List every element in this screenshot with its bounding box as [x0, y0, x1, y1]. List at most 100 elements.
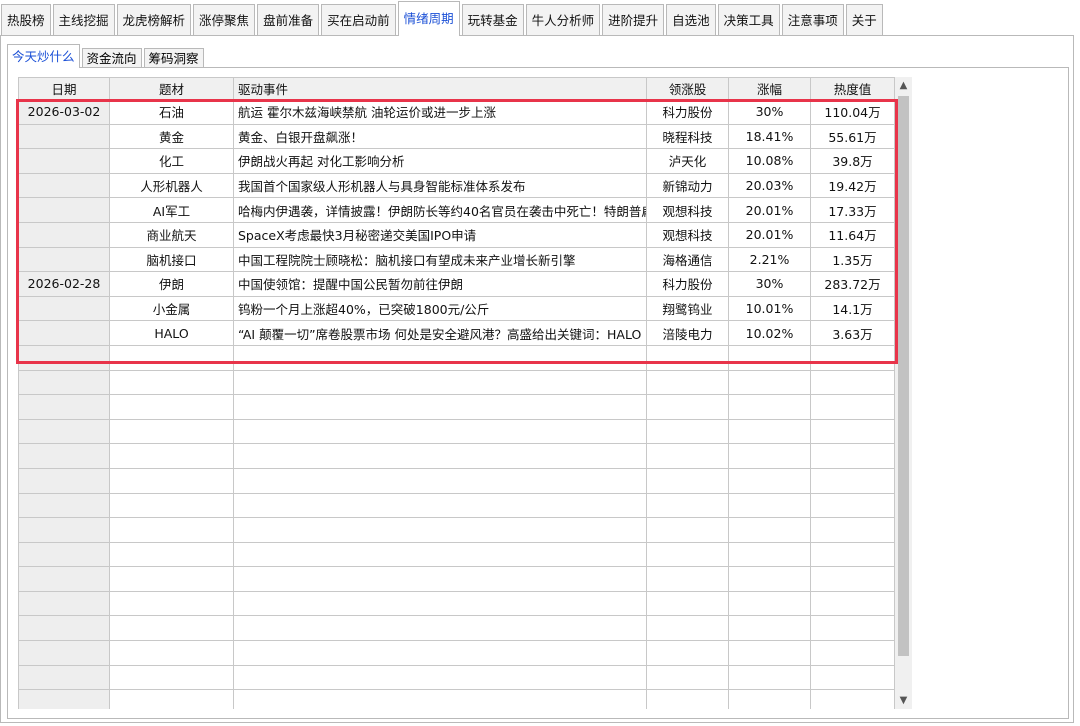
cell-change[interactable]: 30%	[728, 271, 811, 297]
empty-cell[interactable]	[109, 566, 234, 592]
empty-cell[interactable]	[109, 394, 234, 420]
cell-date[interactable]	[18, 172, 110, 199]
data-grid[interactable]: 日期 题材 驱动事件 领涨股 涨幅 热度值 2026-03-02 石油 航运 霍尔木…	[18, 77, 915, 709]
empty-table-row[interactable]	[18, 418, 895, 445]
empty-cell[interactable]	[18, 418, 110, 445]
empty-cell[interactable]	[233, 664, 647, 691]
empty-cell[interactable]	[109, 443, 234, 469]
table-row[interactable]: AI军工 哈梅内伊遇袭，详情披露！伊朗防长等约40名官员在袭击中死亡！特朗普扁 观想…	[18, 197, 895, 223]
empty-cell[interactable]	[728, 689, 811, 709]
vertical-scrollbar[interactable]: ▲ ▼	[895, 77, 912, 709]
empty-cell[interactable]	[810, 492, 895, 519]
empty-cell[interactable]	[233, 689, 647, 709]
empty-cell[interactable]	[810, 394, 895, 420]
cell-leading-stock[interactable]: 晓程科技	[646, 123, 729, 150]
empty-cell[interactable]	[646, 615, 729, 642]
empty-cell[interactable]	[810, 541, 895, 568]
empty-cell[interactable]	[18, 615, 110, 642]
top-tab-0[interactable]: 热股榜	[1, 4, 51, 36]
table-row[interactable]: 化工 伊朗战火再起 对化工影响分析 泸天化 10.08% 39.8万	[18, 148, 895, 174]
empty-table-row[interactable]	[18, 615, 895, 642]
cell-leading-stock[interactable]: 泸天化	[646, 148, 729, 174]
empty-cell[interactable]	[233, 640, 647, 666]
cell-date[interactable]	[18, 295, 110, 322]
empty-table-row[interactable]	[18, 640, 895, 666]
empty-cell[interactable]	[646, 541, 729, 568]
empty-table-row[interactable]	[18, 590, 895, 617]
cell-date[interactable]: 2026-02-28	[18, 271, 110, 297]
empty-cell[interactable]	[18, 640, 110, 666]
cell-date[interactable]	[18, 148, 110, 174]
cell-heat-value[interactable]: 19.42万	[810, 172, 895, 199]
sub-tab-0[interactable]: 今天炒什么	[7, 44, 80, 68]
table-row[interactable]: 小金属 钨粉一个月上涨超40%，已突破1800元/公斤 翔鹭钨业 10.01% 14.1…	[18, 295, 895, 322]
header-date[interactable]: 日期	[18, 77, 110, 100]
empty-cell[interactable]	[109, 590, 234, 617]
cell-change[interactable]: 10.01%	[728, 295, 811, 322]
empty-cell[interactable]	[233, 541, 647, 568]
empty-cell[interactable]	[810, 467, 895, 494]
empty-cell[interactable]	[233, 590, 647, 617]
cell-heat-value[interactable]: 17.33万	[810, 197, 895, 223]
cell-date[interactable]	[18, 197, 110, 223]
top-tab-7[interactable]: 玩转基金	[461, 4, 524, 36]
empty-cell[interactable]	[810, 640, 895, 666]
scroll-down-icon[interactable]: ▼	[895, 692, 912, 709]
cell-topic[interactable]: 脑机接口	[109, 246, 234, 273]
cell-change[interactable]: 20.01%	[728, 221, 811, 248]
empty-cell[interactable]	[109, 689, 234, 709]
cell-leading-stock[interactable]: 涪陵电力	[646, 320, 729, 346]
cell-leading-stock[interactable]: 观想科技	[646, 197, 729, 223]
cell-topic[interactable]: 化工	[109, 148, 234, 174]
top-tab-12[interactable]: 注意事项	[781, 4, 844, 36]
empty-cell[interactable]	[728, 615, 811, 642]
empty-cell[interactable]	[646, 369, 729, 396]
cell-heat-value[interactable]: 39.8万	[810, 148, 895, 174]
empty-cell[interactable]	[810, 566, 895, 592]
empty-cell[interactable]	[18, 517, 110, 543]
top-tab-10[interactable]: 自选池	[666, 4, 716, 36]
empty-cell[interactable]	[109, 541, 234, 568]
empty-table-row[interactable]	[18, 443, 895, 469]
top-tab-5[interactable]: 买在启动前	[321, 4, 396, 36]
header-leading-stock[interactable]: 领涨股	[646, 77, 729, 100]
empty-cell[interactable]	[233, 517, 647, 543]
cell-driver-event[interactable]: “AI 颠覆一切”席卷股票市场 何处是安全避风港？高盛给出关键词：HALO	[233, 320, 647, 346]
cell-heat-value[interactable]: 1.35万	[810, 246, 895, 273]
cell-topic[interactable]: 人形机器人	[109, 172, 234, 199]
empty-cell[interactable]	[109, 369, 234, 396]
cell-heat-value[interactable]: 14.1万	[810, 295, 895, 322]
empty-cell[interactable]	[109, 492, 234, 519]
table-row[interactable]: HALO “AI 颠覆一切”席卷股票市场 何处是安全避风港？高盛给出关键词：HAL…	[18, 320, 895, 346]
empty-cell[interactable]	[109, 640, 234, 666]
cell-date[interactable]	[18, 123, 110, 150]
empty-cell[interactable]	[810, 443, 895, 469]
top-tab-6[interactable]: 情绪周期	[397, 1, 460, 36]
empty-cell[interactable]	[728, 492, 811, 519]
empty-cell[interactable]	[646, 689, 729, 709]
empty-cell[interactable]	[728, 369, 811, 396]
empty-cell[interactable]	[18, 467, 110, 494]
scrollbar-thumb[interactable]	[898, 96, 909, 656]
empty-cell[interactable]	[18, 566, 110, 592]
empty-cell[interactable]	[109, 418, 234, 445]
cell-topic[interactable]: AI军工	[109, 197, 234, 223]
cell-change[interactable]: 10.08%	[728, 148, 811, 174]
cell-leading-stock[interactable]: 观想科技	[646, 221, 729, 248]
empty-cell[interactable]	[18, 369, 110, 396]
empty-table-row[interactable]	[18, 566, 895, 592]
cell-change[interactable]: 10.02%	[728, 320, 811, 346]
empty-cell[interactable]	[728, 443, 811, 469]
empty-cell[interactable]	[18, 492, 110, 519]
empty-cell[interactable]	[18, 443, 110, 469]
top-tab-1[interactable]: 主线挖掘	[52, 4, 115, 36]
empty-cell[interactable]	[728, 664, 811, 691]
cell-heat-value[interactable]: 110.04万	[810, 99, 895, 125]
empty-cell[interactable]	[18, 664, 110, 691]
empty-cell[interactable]	[233, 467, 647, 494]
cell-leading-stock[interactable]: 科力股份	[646, 99, 729, 125]
empty-table-row[interactable]	[18, 467, 895, 494]
cell-heat-value[interactable]: 11.64万	[810, 221, 895, 248]
empty-cell[interactable]	[18, 590, 110, 617]
empty-cell[interactable]	[728, 590, 811, 617]
